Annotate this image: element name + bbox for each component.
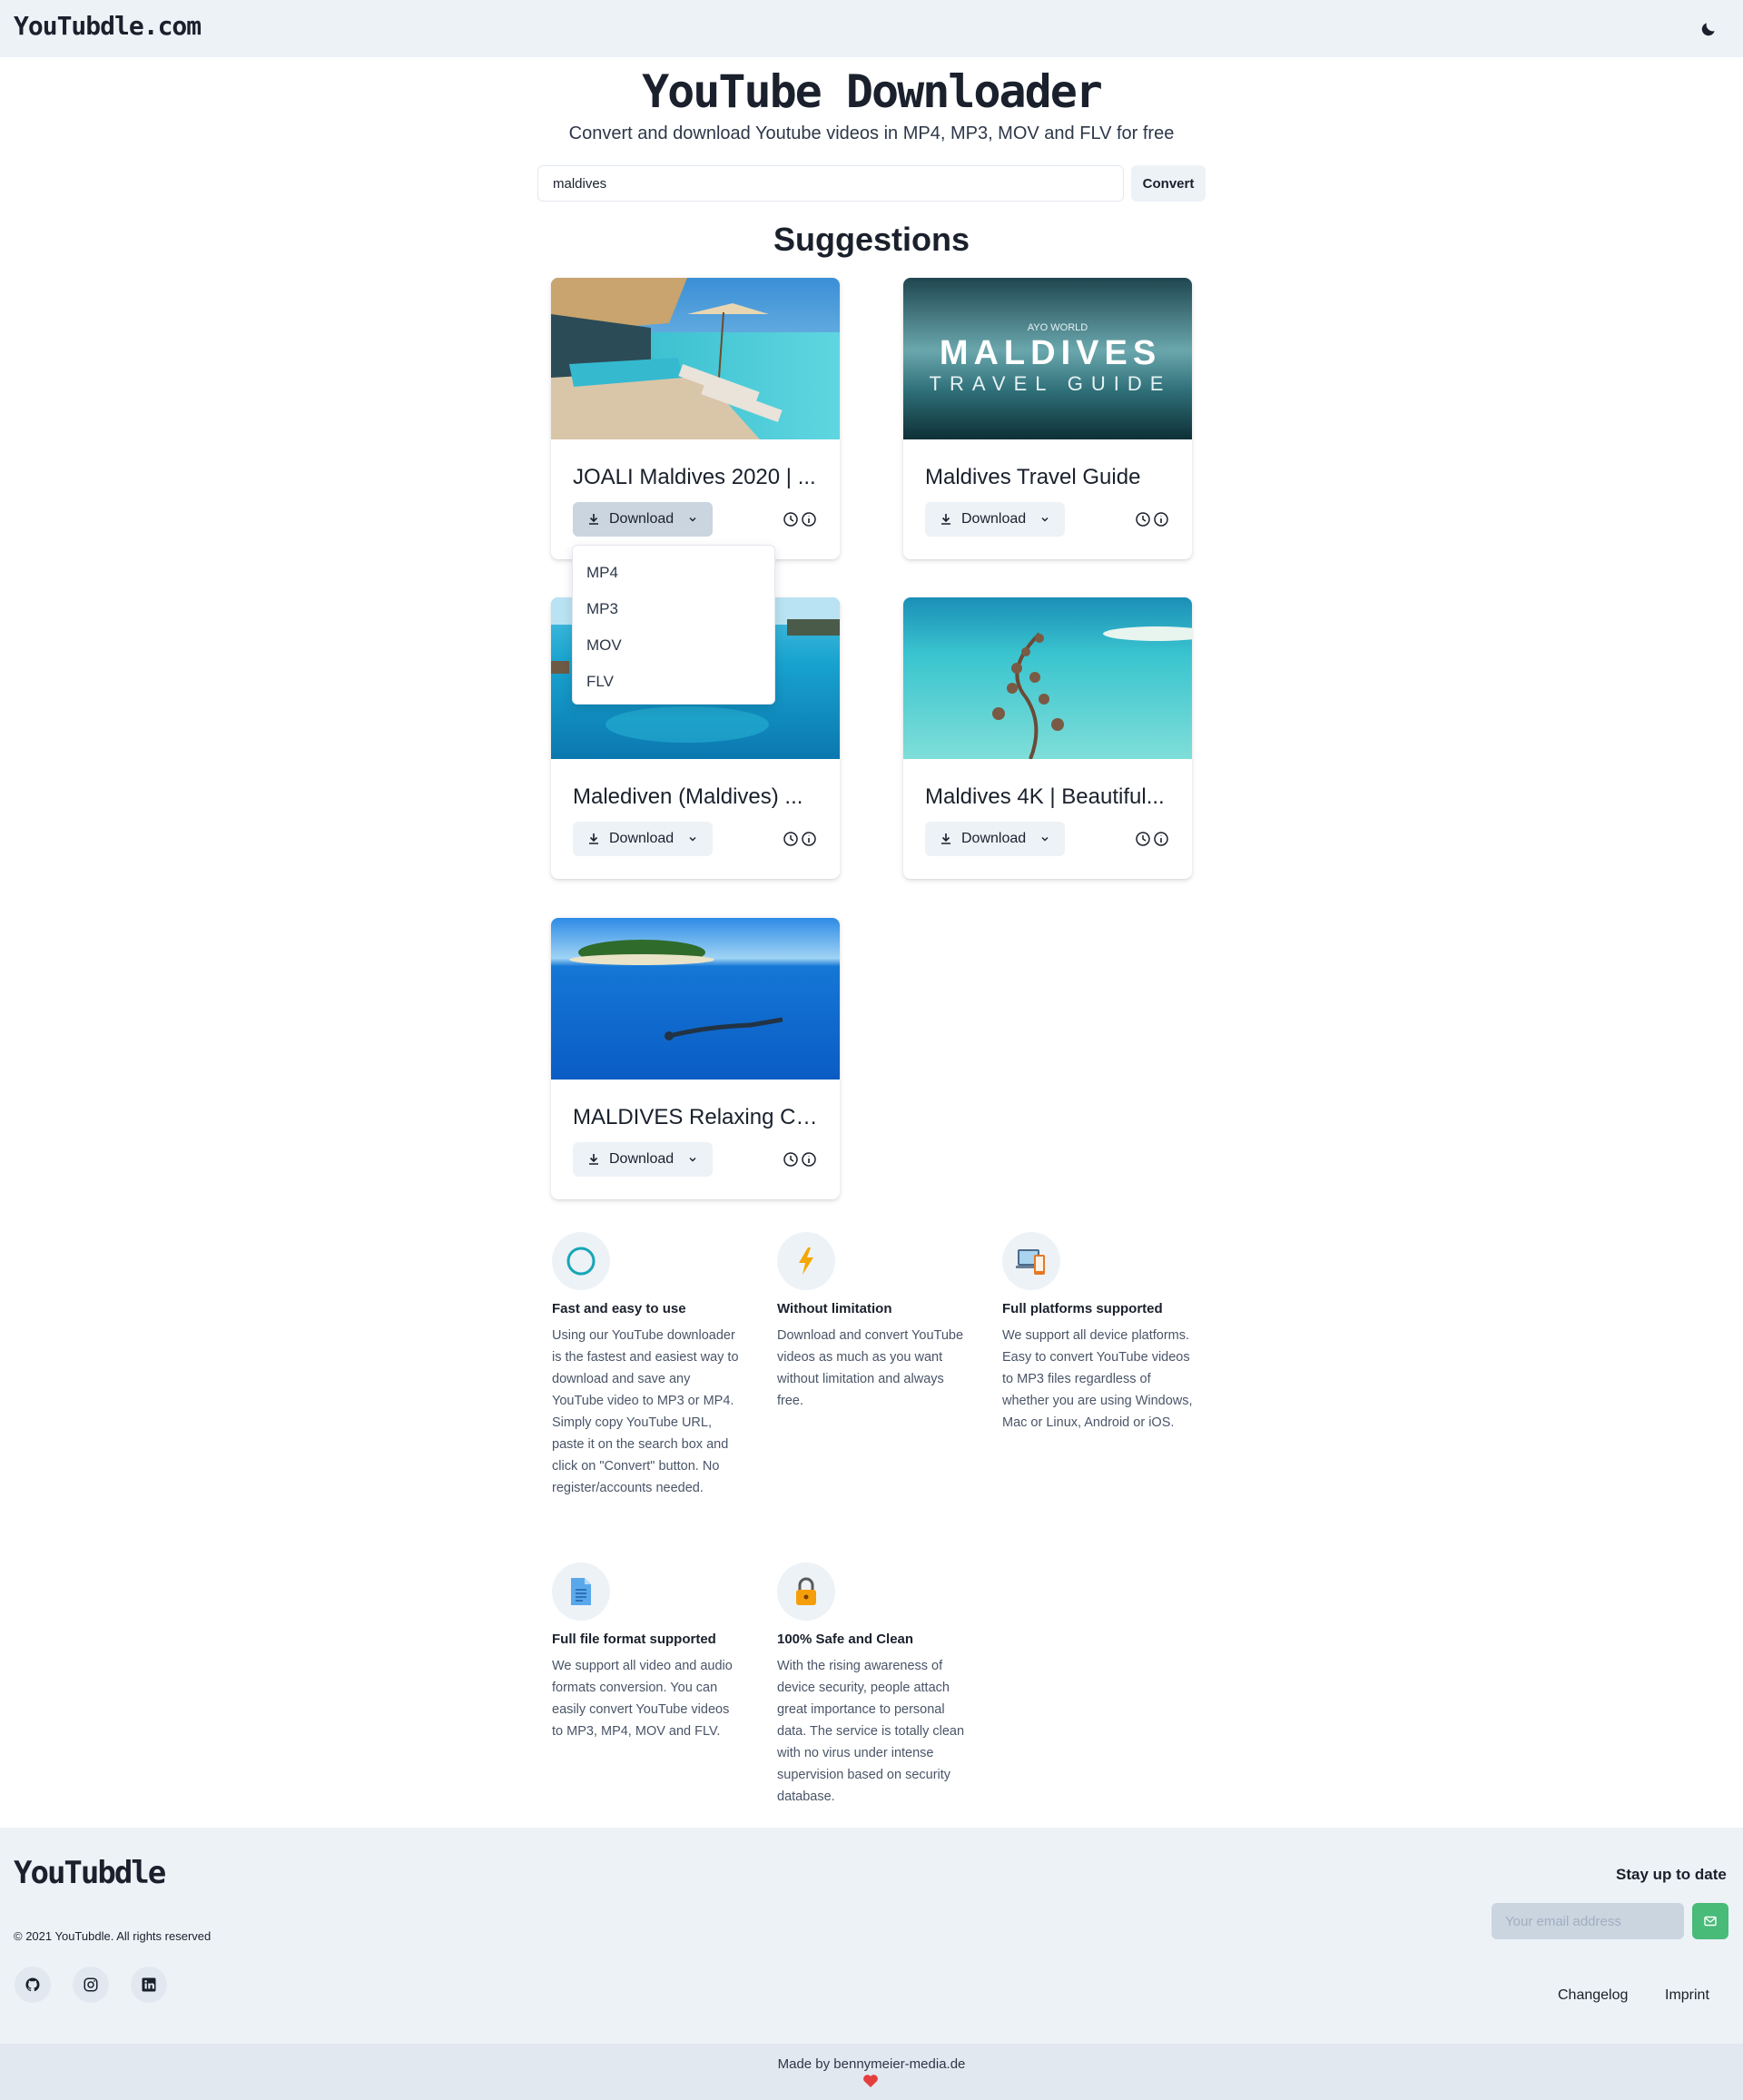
linkedin-icon xyxy=(142,1977,156,1992)
download-icon xyxy=(941,514,950,525)
clock-icon[interactable] xyxy=(783,831,799,847)
video-card: Maldives 4K | Beautiful... Download xyxy=(903,597,1192,879)
github-icon xyxy=(25,1977,40,1992)
moon-icon xyxy=(1701,23,1715,36)
top-navbar: YouTubdle.com xyxy=(0,0,1743,57)
feature-title: Without limitation xyxy=(777,1301,892,1316)
feature-fast: Fast and easy to use Using our YouTube d… xyxy=(552,1232,743,1499)
download-label: Download xyxy=(609,1151,675,1167)
theme-toggle-button[interactable] xyxy=(1696,16,1721,42)
feature-title: Fast and easy to use xyxy=(552,1301,686,1316)
video-card: AYO WORLD MALDIVES TRAVEL GUIDE Maldives… xyxy=(903,278,1192,559)
download-button[interactable]: Download xyxy=(925,822,1065,856)
video-title[interactable]: Malediven (Maldives) ... xyxy=(573,784,822,810)
feature-safe: 100% Safe and Clean With the rising awar… xyxy=(777,1563,968,1808)
resort-pool-icon[interactable] xyxy=(551,278,840,439)
video-title[interactable]: Maldives 4K | Beautiful... xyxy=(925,784,1175,810)
underwater-icon[interactable] xyxy=(551,918,840,1080)
devices-icon xyxy=(1016,1249,1045,1275)
feature-text: We support all video and audio formats c… xyxy=(552,1659,733,1739)
thumb-brand-text: AYO WORLD xyxy=(1028,322,1088,333)
download-icon xyxy=(589,833,598,844)
feature-unlimited: Without limitation Download and convert … xyxy=(777,1232,968,1412)
github-button[interactable] xyxy=(15,1967,51,2003)
menu-item-mov[interactable]: MOV xyxy=(573,627,774,664)
video-title[interactable]: Maldives Travel Guide xyxy=(925,465,1175,490)
instagram-icon xyxy=(84,1977,98,1992)
bottom-credit-bar: Made by bennymeier-media.de xyxy=(0,2044,1743,2100)
download-format-menu: MP4 MP3 MOV FLV xyxy=(572,545,775,705)
feature-title: Full file format supported xyxy=(552,1632,716,1647)
document-icon xyxy=(571,1578,591,1605)
info-icon[interactable] xyxy=(801,511,817,527)
lightning-icon xyxy=(799,1247,813,1275)
download-label: Download xyxy=(961,511,1027,527)
chevron-down-icon xyxy=(689,1158,696,1162)
menu-item-mp3[interactable]: MP3 xyxy=(573,591,774,627)
travel-guide-icon[interactable]: AYO WORLD MALDIVES TRAVEL GUIDE xyxy=(903,278,1192,439)
download-button[interactable]: Download xyxy=(573,1142,713,1177)
feature-formats: Full file format supported We support al… xyxy=(552,1563,743,1742)
imprint-link[interactable]: Imprint xyxy=(1665,1987,1709,2004)
feature-text: With the rising awareness of device secu… xyxy=(777,1659,965,1804)
site-logo[interactable]: YouTubdle.com xyxy=(14,11,202,41)
footer: YouTubdle © 2021 YouTubdle. All rights r… xyxy=(0,1828,1743,2044)
menu-item-mp4[interactable]: MP4 xyxy=(573,555,774,591)
clock-icon[interactable] xyxy=(1135,831,1151,847)
chevron-down-icon xyxy=(1041,518,1049,522)
clock-icon[interactable] xyxy=(1135,511,1151,527)
download-label: Download xyxy=(609,511,675,527)
thumb-headline-text: MALDIVES xyxy=(940,334,1161,372)
linkedin-button[interactable] xyxy=(131,1967,167,2003)
info-icon[interactable] xyxy=(1153,831,1169,847)
thumb-subline-text: TRAVEL GUIDE xyxy=(930,372,1172,395)
video-card: JOALI Maldives 2020 | ... Download xyxy=(551,278,840,559)
download-label: Download xyxy=(609,831,675,846)
clock-icon[interactable] xyxy=(783,1151,799,1168)
search-input[interactable] xyxy=(537,165,1124,202)
instagram-button[interactable] xyxy=(73,1967,109,2003)
download-button[interactable]: Download xyxy=(925,502,1065,537)
download-button[interactable]: Download xyxy=(573,822,713,856)
page-subtitle: Convert and download Youtube videos in M… xyxy=(568,123,1175,143)
video-title[interactable]: MALDIVES Relaxing Ch... xyxy=(573,1105,822,1130)
newsletter-submit-button[interactable] xyxy=(1692,1903,1728,1939)
mail-icon xyxy=(1704,1916,1717,1927)
download-icon xyxy=(941,833,950,844)
feature-text: Using our YouTube downloader is the fast… xyxy=(552,1328,739,1495)
download-icon xyxy=(589,1154,598,1165)
copyright-text: © 2021 YouTubdle. All rights reserved xyxy=(14,1929,212,1943)
newsletter-email-input[interactable] xyxy=(1492,1903,1684,1939)
clock-icon[interactable] xyxy=(783,511,799,527)
menu-item-flv[interactable]: FLV xyxy=(573,664,774,700)
feature-text: We support all device platforms. Easy to… xyxy=(1002,1328,1193,1430)
heart-icon xyxy=(863,2075,878,2087)
convert-button[interactable]: Convert xyxy=(1131,165,1206,202)
video-title[interactable]: JOALI Maldives 2020 | ... xyxy=(573,465,822,490)
page-title: YouTube Downloader xyxy=(642,65,1103,118)
suggestions-heading: Suggestions xyxy=(773,221,970,258)
chevron-down-icon xyxy=(689,837,696,842)
download-button[interactable]: Download xyxy=(573,502,713,537)
newsletter-heading: Stay up to date xyxy=(1616,1866,1727,1883)
made-by-text[interactable]: Made by bennymeier-media.de xyxy=(0,2056,1743,2072)
island-aerial-icon[interactable] xyxy=(903,597,1192,759)
download-icon xyxy=(589,514,598,525)
feature-platforms: Full platforms supported We support all … xyxy=(1002,1232,1193,1434)
chevron-down-icon xyxy=(689,518,696,522)
feature-title: 100% Safe and Clean xyxy=(777,1632,914,1647)
chevron-down-icon xyxy=(1041,837,1049,842)
info-icon[interactable] xyxy=(1153,511,1169,527)
changelog-link[interactable]: Changelog xyxy=(1558,1987,1628,2004)
lock-icon xyxy=(796,1577,816,1605)
video-card: MALDIVES Relaxing Ch... Download xyxy=(551,918,840,1199)
download-label: Download xyxy=(961,831,1027,846)
circle-icon xyxy=(566,1247,596,1276)
info-icon[interactable] xyxy=(801,831,817,847)
feature-text: Download and convert YouTube videos as m… xyxy=(777,1328,964,1408)
footer-logo[interactable]: YouTubdle xyxy=(14,1855,166,1891)
feature-title: Full platforms supported xyxy=(1002,1301,1163,1316)
info-icon[interactable] xyxy=(801,1151,817,1168)
